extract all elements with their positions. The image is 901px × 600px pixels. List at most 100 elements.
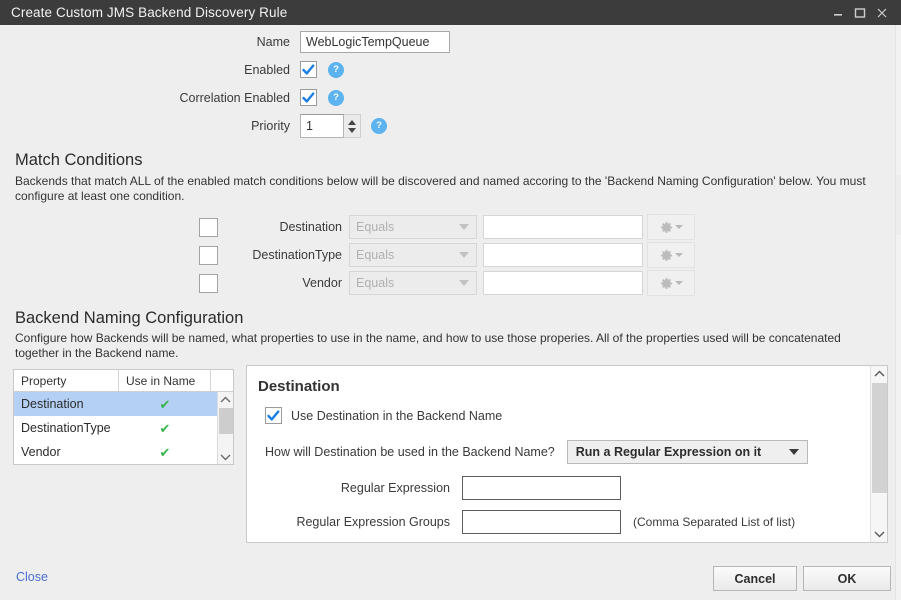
how-used-label: How will Destination be used in the Back…	[265, 445, 555, 459]
property-table-scrollbar[interactable]	[217, 392, 233, 464]
regular-expression-groups-label: Regular Expression Groups	[296, 515, 450, 529]
property-table: Property Use in Name Destination ✔ Desti…	[13, 369, 234, 465]
match-condition-value-input[interactable]	[483, 243, 643, 267]
match-condition-gear-button[interactable]	[647, 214, 695, 240]
priority-label: Priority	[251, 119, 290, 133]
regular-expression-row: Regular Expression	[247, 476, 621, 500]
match-condition-row-destinationtype: DestinationType Equals	[199, 242, 695, 268]
ok-button[interactable]: OK	[803, 566, 891, 591]
column-header-property: Property	[14, 370, 119, 391]
match-condition-label: Vendor	[302, 276, 342, 290]
destination-detail-content: Destination Use Destination in the Backe…	[247, 366, 872, 542]
enabled-checkbox[interactable]	[300, 61, 317, 78]
match-condition-gear-button[interactable]	[647, 242, 695, 268]
regular-expression-input[interactable]	[462, 476, 621, 500]
gear-icon	[660, 249, 672, 261]
scroll-down-icon[interactable]	[218, 449, 234, 464]
destination-detail-panel: Destination Use Destination in the Backe…	[246, 365, 888, 543]
gear-dropdown-chevron-icon	[674, 253, 683, 257]
scroll-up-icon[interactable]	[218, 392, 234, 407]
enabled-row: Enabled ?	[0, 61, 344, 78]
gear-dropdown-chevron-icon	[674, 225, 683, 229]
match-conditions-description: Backends that match ALL of the enabled m…	[15, 174, 866, 203]
scroll-up-icon[interactable]	[871, 366, 888, 382]
priority-value[interactable]: 1	[300, 114, 344, 138]
how-used-value: Run a Regular Expression on it	[575, 445, 762, 459]
scrollbar-thumb[interactable]	[871, 383, 887, 493]
match-condition-operator-select[interactable]: Equals	[349, 215, 477, 239]
clipped-next-field-input[interactable]	[462, 542, 621, 543]
chevron-down-icon	[459, 252, 469, 258]
priority-help-icon[interactable]: ?	[371, 118, 387, 134]
property-table-header: Property Use in Name	[14, 370, 233, 392]
minimize-icon[interactable]	[827, 2, 849, 24]
priority-stepper-arrows[interactable]	[344, 114, 361, 138]
property-name: Vendor	[21, 445, 61, 459]
match-condition-operator-select[interactable]: Equals	[349, 243, 477, 267]
chevron-down-icon	[788, 449, 799, 455]
column-header-spacer	[211, 370, 233, 391]
dialog-window: Create Custom JMS Backend Discovery Rule…	[0, 0, 901, 600]
name-row: Name	[0, 31, 450, 53]
regular-expression-groups-note: (Comma Separated List of list)	[633, 515, 796, 529]
stepper-down-icon[interactable]	[348, 127, 356, 133]
how-used-select[interactable]: Run a Regular Expression on it	[566, 440, 808, 464]
property-table-body: Destination ✔ DestinationType ✔ Vendor ✔	[14, 392, 233, 464]
correlation-enabled-checkbox[interactable]	[300, 89, 317, 106]
gear-icon	[660, 221, 672, 233]
operator-value: Equals	[356, 276, 395, 290]
stepper-up-icon[interactable]	[348, 119, 356, 125]
match-condition-checkbox[interactable]	[199, 245, 218, 265]
operator-value: Equals	[356, 220, 395, 234]
cancel-button[interactable]: Cancel	[713, 566, 797, 591]
regular-expression-groups-input[interactable]	[462, 510, 621, 534]
scroll-down-icon[interactable]	[871, 526, 888, 542]
property-name: DestinationType	[21, 421, 111, 435]
destination-panel-scrollbar[interactable]	[870, 366, 887, 542]
use-in-name-check-icon: ✔	[159, 420, 171, 436]
gear-icon	[660, 277, 672, 289]
match-condition-checkbox[interactable]	[199, 217, 218, 237]
regular-expression-groups-row: Regular Expression Groups (Comma Separat…	[247, 510, 795, 534]
correlation-enabled-label: Correlation Enabled	[179, 90, 291, 105]
use-destination-label: Use Destination in the Backend Name	[291, 408, 503, 423]
name-input[interactable]	[300, 31, 450, 53]
correlation-enabled-help-icon[interactable]: ?	[328, 89, 344, 106]
table-row[interactable]: Destination ✔	[14, 392, 217, 416]
window-scrollbar-thumb[interactable]	[896, 175, 901, 235]
match-condition-value-input[interactable]	[483, 271, 643, 295]
naming-config-heading: Backend Naming Configuration	[15, 309, 244, 327]
table-row[interactable]: Vendor ✔	[14, 440, 217, 464]
priority-stepper[interactable]: 1	[300, 114, 361, 138]
naming-config-description: Configure how Backends will be named, wh…	[15, 331, 841, 360]
close-icon[interactable]	[871, 2, 893, 24]
use-in-name-check-icon: ✔	[159, 444, 171, 460]
enabled-help-icon[interactable]: ?	[328, 61, 344, 78]
match-condition-label: Destination	[279, 220, 342, 234]
property-name: Destination	[21, 397, 84, 411]
match-condition-value-input[interactable]	[483, 215, 643, 239]
maximize-icon[interactable]	[849, 2, 871, 24]
column-header-use-in-name: Use in Name	[119, 370, 211, 391]
match-condition-row-vendor: Vendor Equals	[199, 270, 695, 296]
window-scrollbar[interactable]	[895, 25, 901, 600]
table-row[interactable]: DestinationType ✔	[14, 416, 217, 440]
regular-expression-label: Regular Expression	[340, 481, 450, 495]
enabled-label: Enabled	[244, 62, 290, 77]
scrollbar-thumb[interactable]	[218, 408, 233, 434]
match-condition-gear-button[interactable]	[647, 270, 695, 296]
window-title: Create Custom JMS Backend Discovery Rule	[11, 5, 288, 20]
use-destination-checkbox[interactable]	[265, 407, 282, 424]
window-controls	[827, 0, 901, 25]
destination-panel-title: Destination	[258, 378, 340, 395]
chevron-down-icon	[459, 280, 469, 286]
match-condition-label: DestinationType	[252, 248, 342, 262]
use-destination-row: Use Destination in the Backend Name	[265, 407, 502, 424]
match-condition-operator-select[interactable]: Equals	[349, 271, 477, 295]
clipped-next-field-row	[247, 542, 621, 543]
close-link[interactable]: Close	[16, 570, 48, 584]
match-condition-checkbox[interactable]	[199, 273, 218, 293]
match-conditions-heading: Match Conditions	[15, 151, 143, 169]
name-label: Name	[256, 35, 290, 49]
use-in-name-check-icon: ✔	[159, 396, 171, 412]
